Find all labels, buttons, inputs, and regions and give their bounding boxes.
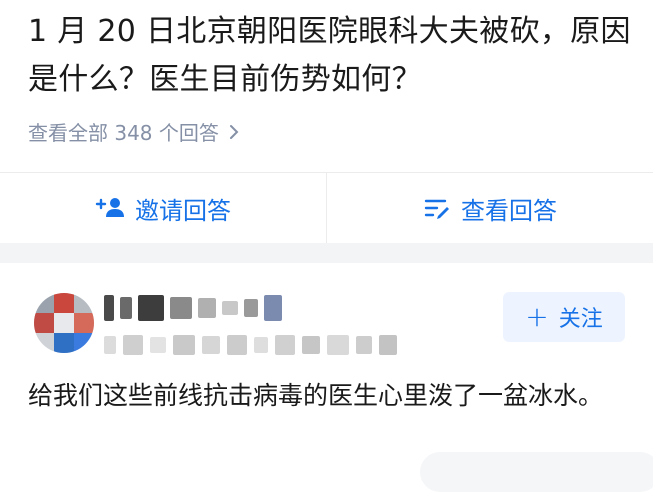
view-answer-label: 查看回答 [461, 196, 557, 225]
follow-button[interactable]: + 关注 [503, 292, 625, 342]
question-title[interactable]: 1 月 20 日北京朝阳医院眼科大夫被砍，原因是什么？医生目前伤势如何？ [28, 8, 638, 104]
invite-answer-label: 邀请回答 [135, 196, 231, 225]
invite-answer-button[interactable]: 邀请回答 [0, 173, 326, 243]
list-edit-icon [423, 196, 451, 220]
chevron-right-icon [229, 118, 239, 148]
author-name-redacted [104, 295, 282, 321]
section-gap [0, 243, 653, 263]
action-bar: 邀请回答 查看回答 [0, 173, 653, 243]
view-all-answers-link[interactable]: 查看全部 348 个回答 [28, 118, 239, 148]
view-answer-button[interactable]: 查看回答 [327, 173, 653, 243]
add-user-icon [95, 196, 125, 220]
follow-label: 关注 [558, 307, 603, 332]
view-all-label: 查看全部 348 个回答 [28, 121, 219, 145]
author-bio-redacted [104, 335, 397, 355]
answer-excerpt[interactable]: 给我们这些前线抗击病毒的医生心里泼了一盆冰水。 [28, 375, 640, 417]
plus-icon: + [525, 300, 549, 333]
avatar[interactable] [34, 293, 94, 353]
bottom-floating-bar [420, 452, 653, 492]
